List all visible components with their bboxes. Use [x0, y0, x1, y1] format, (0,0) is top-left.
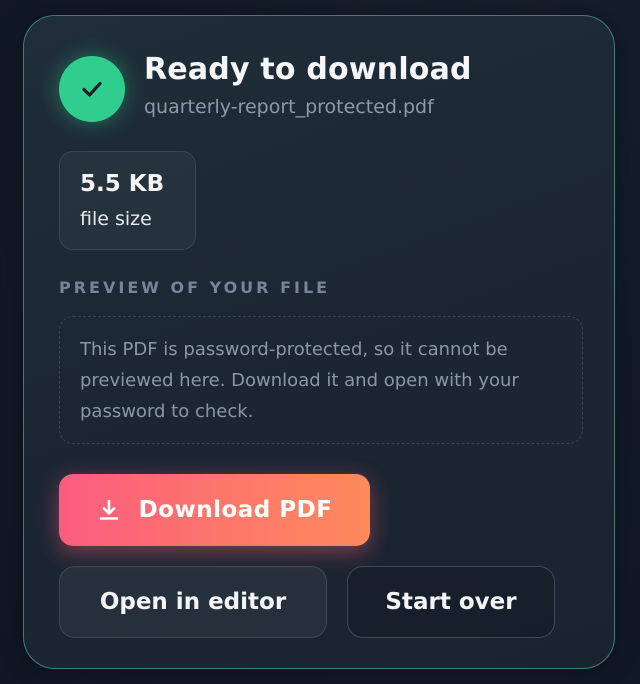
file-name: quarterly-report_protected.pdf — [144, 96, 434, 118]
preview-section-label: PREVIEW OF YOUR FILE — [59, 278, 331, 297]
download-pdf-label: Download PDF — [138, 497, 333, 523]
success-badge — [59, 56, 125, 122]
file-size-label: file size — [80, 208, 152, 230]
start-over-label: Start over — [385, 589, 517, 615]
start-over-button[interactable]: Start over — [347, 566, 555, 638]
download-pdf-button[interactable]: Download PDF — [59, 474, 370, 546]
open-in-editor-label: Open in editor — [99, 589, 287, 615]
check-icon — [82, 81, 102, 97]
download-icon — [99, 499, 118, 520]
file-size-value: 5.5 KB — [80, 171, 165, 197]
download-card: Ready to download quarterly-report_prote… — [23, 15, 615, 669]
file-size-card: 5.5 KB file size — [59, 151, 196, 250]
status-title: Ready to download — [144, 52, 472, 87]
preview-message: This PDF is password-protected, so it ca… — [80, 339, 519, 422]
open-in-editor-button[interactable]: Open in editor — [59, 566, 327, 638]
preview-box: This PDF is password-protected, so it ca… — [59, 316, 583, 444]
